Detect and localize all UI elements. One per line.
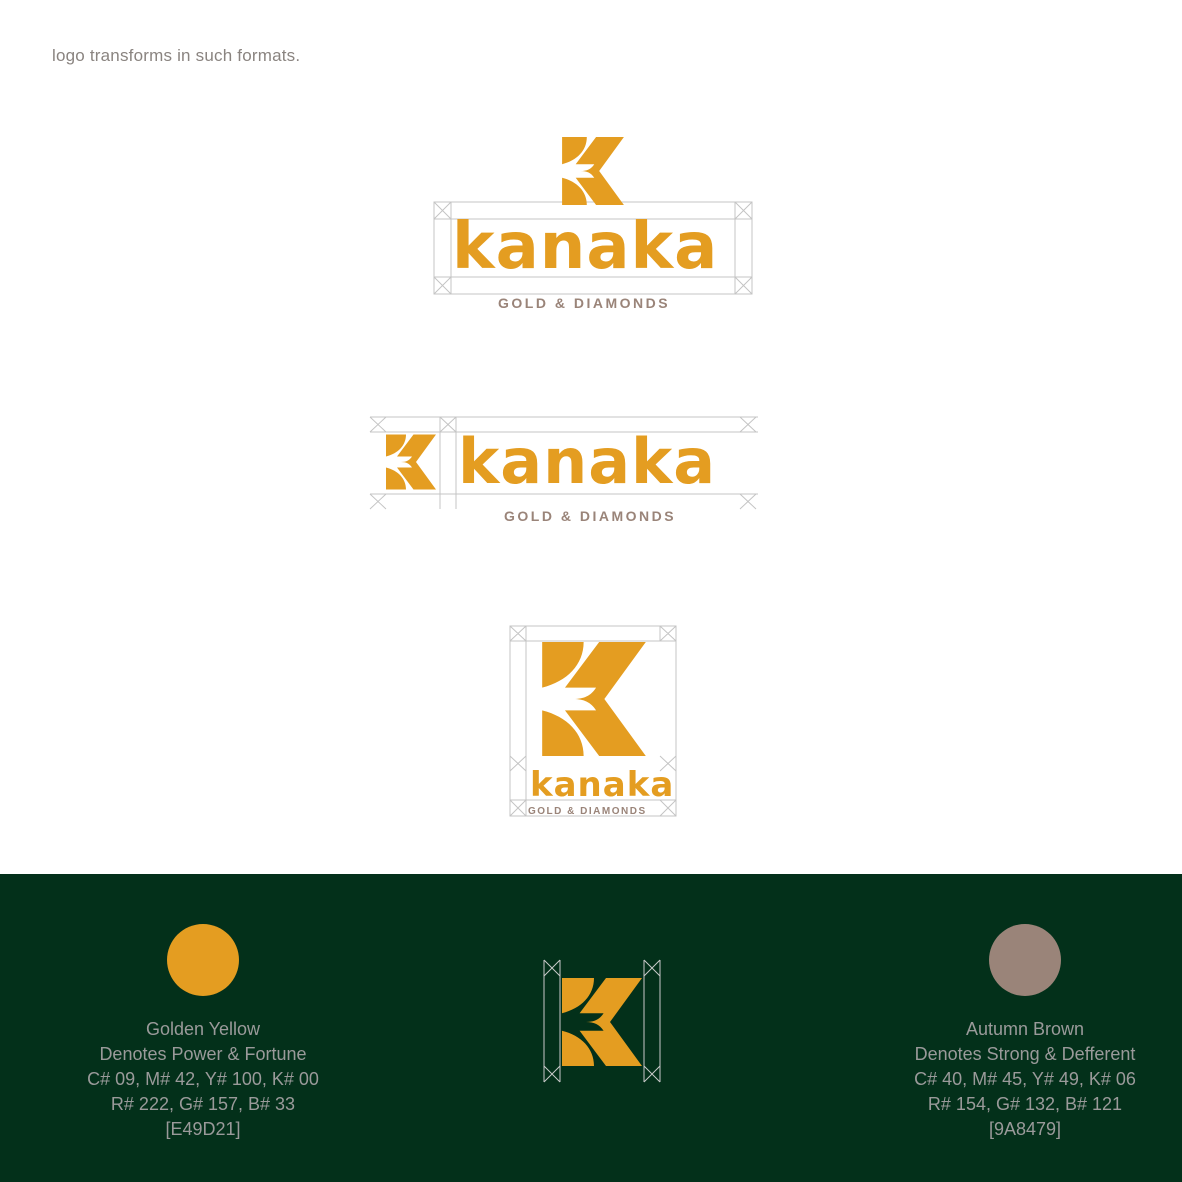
logo-square: kanaka GOLD & DIAMONDS — [506, 622, 682, 822]
kanaka-k-icon — [386, 434, 436, 490]
logo-icon-center — [540, 956, 666, 1086]
swatch-hex: [9A8479] — [988, 1119, 1062, 1139]
autumn-brown-swatch — [989, 924, 1061, 996]
autumn-brown-info: Autumn Brown Denotes Strong & Defferent … — [865, 1017, 1182, 1142]
golden-yellow-swatch — [167, 924, 239, 996]
swatch-meaning: Denotes Power & Fortune — [99, 1044, 307, 1064]
tagline: GOLD & DIAMONDS — [504, 508, 677, 524]
tagline: GOLD & DIAMONDS — [528, 806, 647, 817]
wordmark: kanaka — [530, 765, 675, 805]
caption: logo transforms in such formats. — [52, 46, 301, 65]
kanaka-k-icon — [542, 642, 646, 756]
swatch-meaning: Denotes Strong & Defferent — [914, 1044, 1136, 1064]
logo-stacked: kanaka GOLD & DIAMONDS — [430, 135, 760, 315]
kanaka-k-icon — [562, 978, 642, 1066]
tagline: GOLD & DIAMONDS — [498, 295, 671, 311]
swatch-rgb: R# 222, G# 157, B# 33 — [110, 1094, 296, 1114]
swatch-cmyk: C# 09, M# 42, Y# 100, K# 00 — [87, 1069, 319, 1089]
swatch-hex: [E49D21] — [165, 1119, 241, 1139]
wordmark: kanaka — [452, 210, 719, 284]
swatch-rgb: R# 154, G# 132, B# 121 — [927, 1094, 1123, 1114]
logo-horizontal: kanaka GOLD & DIAMONDS — [366, 412, 762, 532]
swatch-name: Autumn Brown — [965, 1019, 1085, 1039]
kanaka-k-icon — [562, 137, 624, 205]
swatch-name: Golden Yellow — [145, 1019, 261, 1039]
wordmark: kanaka — [458, 425, 717, 498]
color-palette-section: Golden Yellow Denotes Power & Fortune C#… — [0, 874, 1182, 1182]
golden-yellow-info: Golden Yellow Denotes Power & Fortune C#… — [43, 1017, 363, 1142]
swatch-cmyk: C# 40, M# 45, Y# 49, K# 06 — [914, 1069, 1136, 1089]
